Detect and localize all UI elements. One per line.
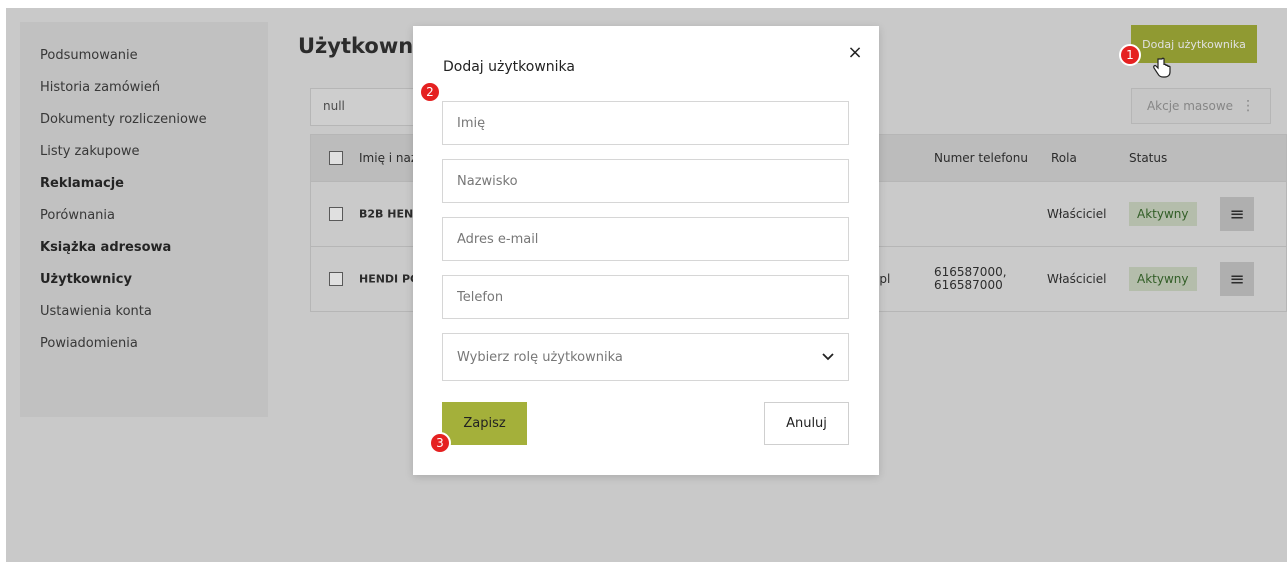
modal-title: Dodaj użytkownika — [443, 59, 575, 75]
last-name-field[interactable] — [442, 159, 849, 203]
email-input[interactable] — [457, 231, 834, 247]
first-name-field[interactable] — [442, 101, 849, 145]
role-select[interactable]: Wybierz rolę użytkownika — [442, 333, 849, 381]
hand-cursor-icon — [1153, 57, 1171, 78]
step-marker-2: 2 — [419, 81, 441, 103]
email-field[interactable] — [442, 217, 849, 261]
role-select-placeholder: Wybierz rolę użytkownika — [457, 349, 623, 365]
phone-field[interactable] — [442, 275, 849, 319]
first-name-input[interactable] — [457, 115, 834, 131]
step-marker-1: 1 — [1119, 44, 1141, 66]
last-name-input[interactable] — [457, 173, 834, 189]
save-button[interactable]: Zapisz — [442, 402, 527, 445]
close-icon[interactable]: × — [845, 42, 865, 63]
step-marker-3: 3 — [429, 432, 451, 454]
chevron-down-icon — [822, 353, 834, 361]
phone-input[interactable] — [457, 289, 834, 305]
add-user-modal: Dodaj użytkownika × Wybierz rolę użytkow… — [413, 26, 879, 475]
cancel-button[interactable]: Anuluj — [764, 402, 849, 445]
